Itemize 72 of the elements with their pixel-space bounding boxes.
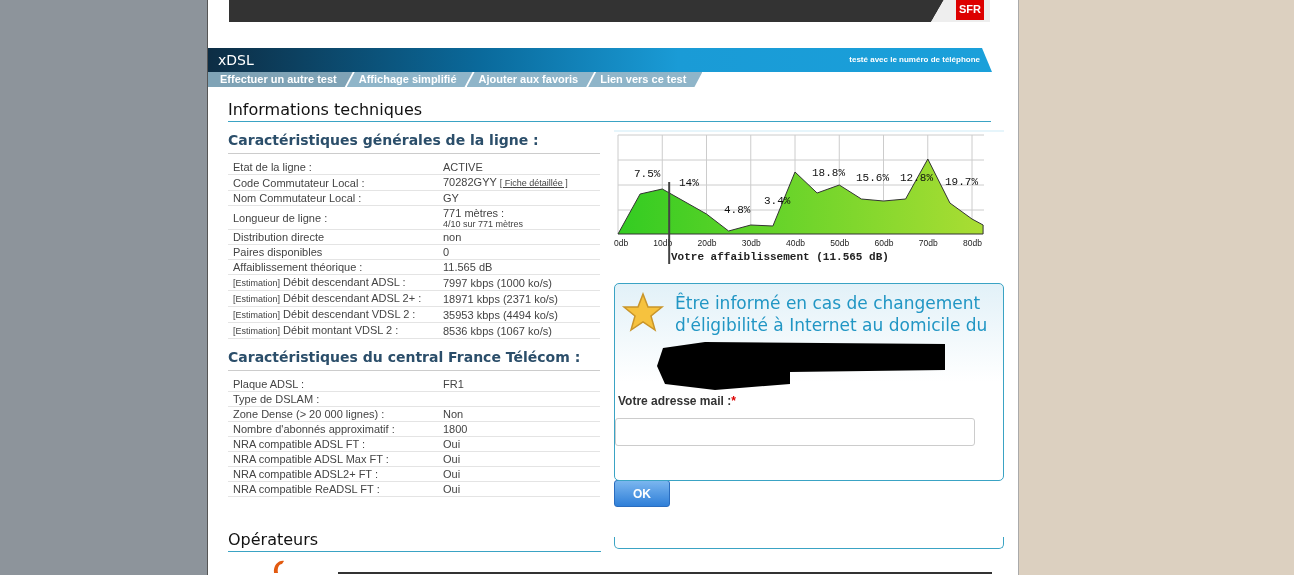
row-value: 0: [443, 245, 450, 259]
row-value: 11.565 dB: [443, 260, 493, 274]
row-subvalue: 4/10 sur 771 mètres: [443, 220, 524, 229]
row-label: Nom Commutateur Local :: [233, 191, 363, 205]
row-value: Oui: [443, 482, 461, 496]
x-tick-label: 60db: [874, 238, 894, 248]
row-value: FR1: [443, 377, 464, 391]
row-label: Etat de la ligne :: [233, 160, 313, 174]
ok-button[interactable]: OK: [614, 480, 670, 507]
row-label: NRA compatible ADSL2+ FT :: [233, 467, 379, 481]
percent-label: 15.6%: [856, 172, 889, 184]
row-value: Oui: [443, 467, 461, 481]
row-label: NRA compatible ADSL FT :: [233, 437, 367, 451]
x-tick-label: 50db: [830, 238, 850, 248]
row-value: GY: [443, 191, 459, 205]
page-heading: Informations techniques: [228, 99, 991, 122]
operator-logo-icon: [271, 559, 287, 575]
row-label: Distribution directe: [233, 230, 326, 244]
row-value: Oui: [443, 452, 461, 466]
x-tick-label: 0db: [614, 238, 629, 248]
section-title: xDSL: [218, 50, 254, 70]
row-value: ACTIVE: [443, 160, 483, 174]
section-heading: Opérateurs: [228, 529, 601, 552]
row-label: Type de DSLAM :: [233, 392, 321, 406]
row-value: 18971 kbps (2371 ko/s): [443, 291, 558, 306]
row-label: Nombre d'abonnés approximatif :: [233, 422, 396, 436]
row-label: Paires disponibles: [233, 245, 324, 259]
section-heading: Caractéristiques du central France Télécom :: [228, 347, 600, 371]
row-value: 8536 kbps (1067 ko/s): [443, 323, 552, 338]
row-value: 7997 kbps (1000 ko/s): [443, 275, 552, 290]
percent-label: 14%: [679, 177, 699, 189]
marker-label: Votre affaiblissement (11.565 dB): [671, 251, 889, 263]
row-label: Plaque ADSL :: [233, 377, 306, 391]
section-heading: Caractéristiques générales de la ligne :: [228, 130, 600, 154]
detail-link[interactable]: [ Fiche détaillée ]: [499, 178, 568, 188]
percent-label: 18.8%: [812, 167, 845, 179]
x-tick-label: 20db: [697, 238, 717, 248]
sfr-logo: SFR: [956, 0, 984, 20]
row-label: Affaiblissement théorique :: [233, 260, 364, 274]
tab-link[interactable]: Lien vers ce test: [588, 72, 703, 87]
row-label: [Estimation] Débit descendant ADSL 2+ :: [233, 291, 423, 306]
row-value: 1800: [443, 422, 468, 436]
row-value: Oui: [443, 437, 461, 451]
percent-label: 19.7%: [945, 176, 978, 188]
row-label: [Estimation] Débit descendant ADSL :: [233, 275, 407, 290]
x-tick-label: 30db: [741, 238, 761, 248]
x-tick-label: 40db: [786, 238, 805, 248]
x-tick-label: 70db: [918, 238, 938, 248]
x-tick-label: 80db: [963, 238, 982, 248]
row-value: 771 mètres :: [443, 207, 505, 219]
star-icon: [621, 292, 665, 332]
email-label: Votre adresse mail :*: [618, 393, 736, 410]
row-value: 35953 kbps (4494 ko/s): [443, 307, 558, 322]
percent-label: 4.8%: [724, 204, 751, 216]
row-label: [Estimation] Débit descendant VDSL 2 :: [233, 307, 417, 322]
row-value: 70282GYY: [443, 176, 497, 188]
row-label: NRA compatible ReADSL FT :: [233, 482, 381, 496]
row-value: non: [443, 230, 462, 244]
alert-title: Être informé en cas de changement d'éligibilité à Internet au domicile du: [675, 292, 989, 336]
row-label: Zone Dense (> 20 000 lignes) :: [233, 407, 386, 421]
phone-note: testé avec le numéro de téléphone: [849, 54, 980, 66]
row-label: Longueur de ligne :: [233, 210, 329, 225]
tab-link[interactable]: Ajouter aux favoris: [466, 72, 595, 87]
row-label: Code Commutateur Local :: [233, 175, 366, 190]
row-label: NRA compatible ADSL Max FT :: [233, 452, 390, 466]
percent-label: 7.5%: [634, 168, 661, 180]
email-field[interactable]: [615, 418, 975, 446]
percent-label: 12.8%: [900, 172, 933, 184]
row-value: Non: [443, 407, 464, 421]
tab-link[interactable]: Effectuer un autre test: [208, 72, 353, 87]
tab-link[interactable]: Affichage simplifié: [346, 72, 473, 87]
row-label: [Estimation] Débit montant VDSL 2 :: [233, 323, 400, 338]
